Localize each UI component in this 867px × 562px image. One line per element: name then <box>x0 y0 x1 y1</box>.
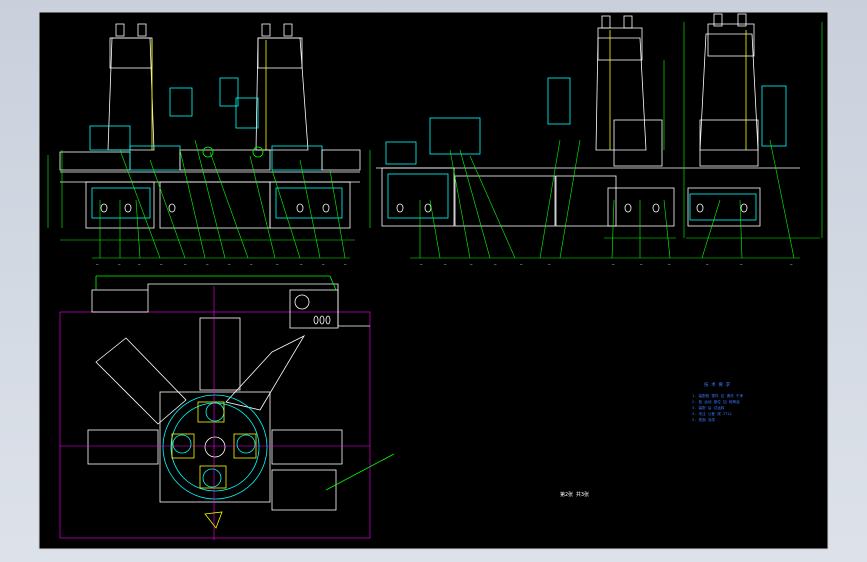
svg-text:—: — <box>300 262 303 267</box>
svg-text:—: — <box>640 262 643 267</box>
side-view <box>376 13 800 227</box>
dimension-text-marks: — — — — — — — — — — — — — — — — — — — — — — — — <box>96 262 793 267</box>
svg-text:—: — <box>548 262 551 267</box>
svg-text:—: — <box>206 262 209 267</box>
svg-text:—: — <box>494 262 497 267</box>
front-view <box>59 23 361 229</box>
svg-text:—: — <box>470 262 473 267</box>
svg-text:—: — <box>250 262 253 267</box>
sheet-border <box>38 11 829 550</box>
svg-text:—: — <box>668 262 671 267</box>
svg-text:—: — <box>706 262 709 267</box>
svg-text:—: — <box>344 262 347 267</box>
svg-text:—: — <box>520 262 523 267</box>
svg-text:—: — <box>790 262 793 267</box>
svg-text:—: — <box>138 262 141 267</box>
svg-text:—: — <box>228 262 231 267</box>
svg-text:—: — <box>444 262 447 267</box>
note-line: 5. 表面 涂漆 <box>692 417 715 422</box>
svg-text:—: — <box>322 262 325 267</box>
notes-title: 技 术 要 求 <box>704 381 731 388</box>
note-line: 4. 未注 公差 按 IT12 <box>692 411 732 416</box>
technical-notes: 技 术 要 求 1. 装配前 零件 应 清洗 干净 2. 各 运动 部位 加 润… <box>692 381 743 422</box>
svg-text:—: — <box>420 262 423 267</box>
svg-text:—: — <box>612 262 615 267</box>
sheet-stamp: 第2张 共3张 <box>560 491 589 498</box>
svg-text:—: — <box>160 262 163 267</box>
note-line: 1. 装配前 零件 应 清洗 干净 <box>692 393 743 398</box>
note-line: 2. 各 运动 部位 加 润滑油 <box>692 399 740 404</box>
svg-text:—: — <box>740 262 743 267</box>
svg-text:—: — <box>96 262 99 267</box>
note-line: 3. 装配 后 试运转 <box>692 405 725 410</box>
svg-text:—: — <box>276 262 279 267</box>
svg-text:—: — <box>184 262 187 267</box>
top-view <box>59 275 395 540</box>
svg-text:—: — <box>118 262 121 267</box>
cad-drawing: — — — — — — — — — — — — — — — — — — — — — — — — 技 术 要 求 … <box>38 11 829 550</box>
